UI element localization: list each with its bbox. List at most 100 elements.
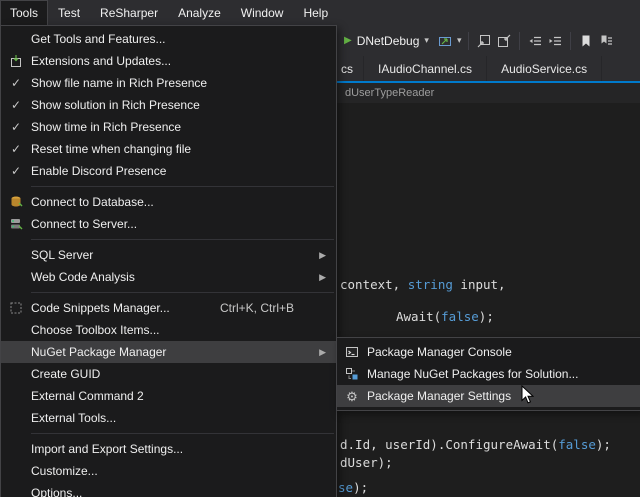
menu-item-label: Code Snippets Manager... (31, 301, 220, 315)
debug-target-combo[interactable]: ▶ DNetDebug ▾ (338, 32, 435, 50)
menu-item-label: Package Manager Console (367, 345, 640, 359)
code-line: dUser); (340, 455, 393, 471)
menu-item-label: Create GUID (31, 367, 336, 381)
code-line: context, string input, (340, 277, 506, 293)
menu-item-shortcut: Ctrl+K, Ctrl+B (220, 301, 294, 315)
menu-item-options[interactable]: Options... (1, 482, 336, 497)
menu-item-label: Show file name in Rich Presence (31, 76, 336, 90)
dropdown-caret-icon[interactable]: ▾ (455, 35, 464, 46)
nuget-package-manager-submenu: Package Manager Console Manage NuGet Pac… (336, 337, 640, 411)
indent-lines-icon (548, 34, 562, 48)
checkmark-icon: ✓ (11, 76, 21, 90)
window-arrow-in-icon (477, 34, 491, 48)
menubar-item-window[interactable]: Window (231, 0, 294, 25)
menu-item-label: Connect to Database... (31, 195, 336, 209)
toggle-bookmark-button[interactable] (576, 30, 596, 52)
menu-item-show-solution-rich-presence[interactable]: ✓ Show solution in Rich Presence (1, 94, 336, 116)
menu-item-label: Reset time when changing file (31, 142, 336, 156)
menu-item-label: Manage NuGet Packages for Solution... (367, 367, 640, 381)
menu-item-label: Web Code Analysis (31, 270, 319, 284)
menu-item-import-export-settings[interactable]: Import and Export Settings... (1, 438, 336, 460)
active-tab-accent-line (336, 81, 640, 83)
connect-server-icon (9, 217, 23, 231)
load-symbols-button[interactable] (474, 30, 494, 52)
checkmark-icon: ✓ (11, 98, 21, 112)
menu-item-label: Show time in Rich Presence (31, 120, 336, 134)
menu-item-nuget-package-manager[interactable]: NuGet Package Manager ▶ (1, 341, 336, 363)
submenu-arrow-icon: ▶ (319, 347, 326, 358)
connect-database-icon (9, 195, 23, 209)
menu-item-external-command-2[interactable]: External Command 2 (1, 385, 336, 407)
editor-navigation-bar: dUserTypeReader (336, 83, 640, 103)
menu-item-reset-time-changing-file[interactable]: ✓ Reset time when changing file (1, 138, 336, 160)
menubar-item-analyze[interactable]: Analyze (168, 0, 231, 25)
checkmark-icon: ✓ (11, 120, 21, 134)
menu-separator (31, 429, 334, 438)
submenu-item-package-manager-settings[interactable]: ⚙ Package Manager Settings (337, 385, 640, 407)
increase-indent-button[interactable] (545, 30, 565, 52)
tab-clipped-document[interactable]: cs (337, 56, 364, 81)
menu-separator (31, 235, 334, 244)
menu-item-label: Import and Export Settings... (31, 442, 336, 456)
menu-item-code-snippets-manager[interactable]: Code Snippets Manager... Ctrl+K, Ctrl+B (1, 297, 336, 319)
menu-item-label: Show solution in Rich Presence (31, 98, 336, 112)
start-debug-icon: ▶ (344, 35, 352, 46)
attach-to-process-button[interactable] (435, 30, 455, 52)
code-line: se); (338, 480, 368, 496)
menu-item-show-time-rich-presence[interactable]: ✓ Show time in Rich Presence (1, 116, 336, 138)
breadcrumb[interactable]: dUserTypeReader (345, 87, 434, 99)
menu-item-get-tools-and-features[interactable]: Get Tools and Features... (1, 28, 336, 50)
open-window-button[interactable] (494, 30, 514, 52)
bookmark-window-button[interactable] (596, 30, 616, 52)
menu-item-label: NuGet Package Manager (31, 345, 319, 359)
attach-to-process-icon (438, 34, 452, 48)
toolbar-separator (570, 32, 571, 50)
submenu-item-package-manager-console[interactable]: Package Manager Console (337, 341, 640, 363)
submenu-item-manage-nuget-packages-for-solution[interactable]: Manage NuGet Packages for Solution... (337, 363, 640, 385)
menu-item-label: Enable Discord Presence (31, 164, 336, 178)
decrease-indent-button[interactable] (525, 30, 545, 52)
tools-menu: Get Tools and Features... Extensions and… (0, 25, 337, 497)
menubar-item-help[interactable]: Help (293, 0, 338, 25)
menu-item-label: Extensions and Updates... (31, 54, 336, 68)
menu-item-label: Connect to Server... (31, 217, 336, 231)
menu-item-label: Choose Toolbox Items... (31, 323, 336, 337)
toolbar-separator (468, 32, 469, 50)
tab-audioservice[interactable]: AudioService.cs (487, 56, 602, 81)
menu-item-choose-toolbox-items[interactable]: Choose Toolbox Items... (1, 319, 336, 341)
menu-item-connect-to-database[interactable]: Connect to Database... (1, 191, 336, 213)
menu-separator (31, 182, 334, 191)
visual-studio-window: Tools Test ReSharper Analyze Window Help… (0, 0, 640, 497)
code-snippets-icon (9, 301, 23, 315)
tab-iaudiochannel[interactable]: IAudioChannel.cs (364, 56, 487, 81)
menu-item-label: Get Tools and Features... (31, 32, 336, 46)
menu-item-external-tools[interactable]: External Tools... (1, 407, 336, 429)
toolbar-separator (519, 32, 520, 50)
window-arrow-out-icon (497, 34, 511, 48)
menu-item-extensions-and-updates[interactable]: Extensions and Updates... (1, 50, 336, 72)
menu-item-label: Options... (31, 486, 336, 497)
menu-item-label: External Command 2 (31, 389, 336, 403)
menu-item-label: Customize... (31, 464, 336, 478)
menu-item-customize[interactable]: Customize... (1, 460, 336, 482)
menu-item-sql-server[interactable]: SQL Server ▶ (1, 244, 336, 266)
menu-item-label: External Tools... (31, 411, 336, 425)
menu-item-show-file-name-rich-presence[interactable]: ✓ Show file name in Rich Presence (1, 72, 336, 94)
code-line: d.Id, userId).ConfigureAwait(false); (340, 437, 611, 453)
menu-item-enable-discord-presence[interactable]: ✓ Enable Discord Presence (1, 160, 336, 182)
submenu-arrow-icon: ▶ (319, 250, 326, 261)
submenu-arrow-icon: ▶ (319, 272, 326, 283)
menu-item-label: Package Manager Settings (367, 389, 640, 403)
manage-packages-icon (345, 367, 359, 381)
menubar-item-resharper[interactable]: ReSharper (90, 0, 168, 25)
menu-item-connect-to-server[interactable]: Connect to Server... (1, 213, 336, 235)
menubar-item-tools[interactable]: Tools (0, 0, 48, 25)
console-icon (345, 345, 359, 359)
menubar-item-test[interactable]: Test (48, 0, 90, 25)
menu-item-create-guid[interactable]: Create GUID (1, 363, 336, 385)
bookmark-list-icon (599, 34, 613, 48)
menu-item-web-code-analysis[interactable]: Web Code Analysis ▶ (1, 266, 336, 288)
checkmark-icon: ✓ (11, 142, 21, 156)
debug-target-label: DNetDebug (357, 34, 420, 48)
gear-icon: ⚙ (346, 390, 358, 403)
